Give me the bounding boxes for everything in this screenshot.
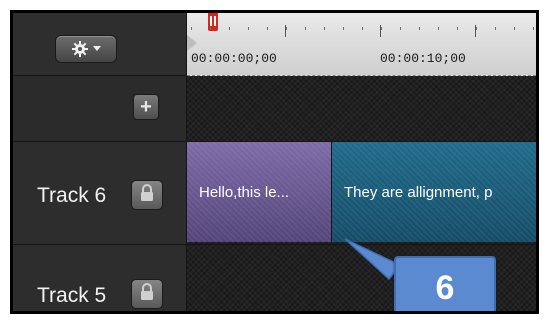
ruler-major-tick [380,25,381,37]
empty-track-lane[interactable] [187,76,536,142]
ruler-major-tick [475,25,476,37]
plus-icon: + [140,96,152,118]
add-track-button[interactable]: + [133,94,159,120]
timeline-window: + Track 6 Track 5 00:00:00;00 00:00:10;0… [10,10,539,314]
timecode-label: 00:00:10;00 [380,51,466,66]
chevron-down-icon [93,46,101,52]
track-lane-6[interactable]: Hello,this le... They are allignment, p [187,142,536,245]
callout-number: 6 [435,268,455,307]
track-header-panel: + Track 6 Track 5 [13,13,187,311]
callout-badge: 6 [394,256,496,311]
track-header-6[interactable]: Track 6 [13,142,186,245]
track-options-button[interactable] [55,35,117,63]
ruler-major-tick [285,25,286,37]
track-label: Track 6 [37,184,107,207]
lock-track-button[interactable] [131,279,163,309]
ruler-ticks [187,27,536,30]
gear-icon [71,40,89,58]
lock-track-button[interactable] [131,180,163,210]
track-label: Track 5 [37,284,107,307]
lock-icon [139,183,155,207]
timecode-label: 00:00:00;00 [191,51,277,66]
add-track-row: + [13,76,186,142]
time-ruler[interactable]: 00:00:00;00 00:00:10;00 [187,13,536,76]
clip-label: Hello,this le... [199,183,290,201]
play-marker-icon [187,35,197,51]
track-header-5[interactable]: Track 5 [13,245,186,311]
media-clip[interactable]: Hello,this le... [187,142,332,242]
track-header-toolbar [13,13,186,76]
lock-icon [139,282,155,306]
clip-label: They are allignment, p [344,183,493,201]
media-clip[interactable]: They are allignment, p [332,142,536,242]
